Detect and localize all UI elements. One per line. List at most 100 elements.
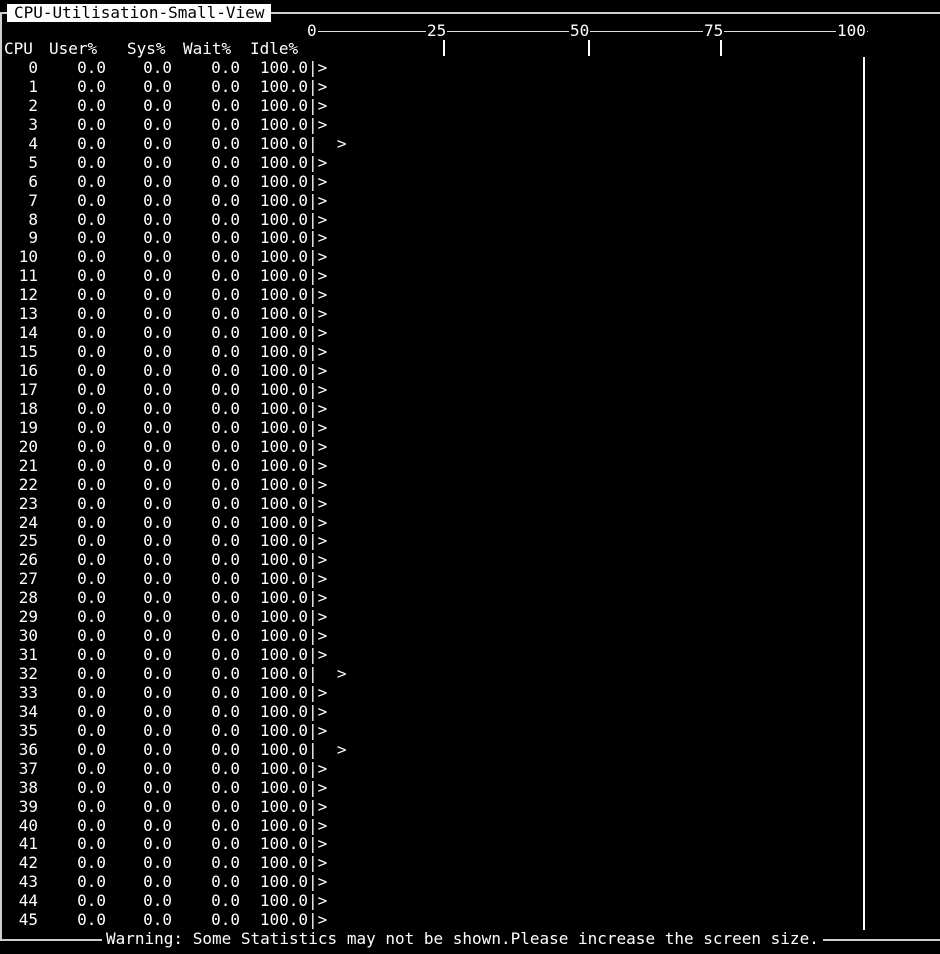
wait-percent: 0.0 <box>211 209 240 229</box>
sys-percent: 0.0 <box>143 304 172 324</box>
wait-percent: 0.0 <box>211 512 240 532</box>
sys-percent: 0.0 <box>143 379 172 399</box>
cpu-number: 42 <box>18 853 38 873</box>
cpu-number: 32 <box>18 664 38 683</box>
usage-bar: |> <box>308 266 328 286</box>
idle-percent: 100.0 <box>259 834 308 854</box>
wait-percent: 0.0 <box>211 910 240 930</box>
idle-percent: 100.0 <box>259 588 308 608</box>
idle-percent: 100.0 <box>259 323 308 343</box>
idle-percent: 100.0 <box>259 342 308 362</box>
wait-percent: 0.0 <box>211 342 240 362</box>
table-row: 7 0.0 0.0 0.0 100.0 |> <box>0 190 940 211</box>
sys-percent: 0.0 <box>143 95 172 115</box>
usage-bar: |> <box>308 209 328 229</box>
user-percent: 0.0 <box>77 550 106 570</box>
cpu-number: 41 <box>18 834 38 854</box>
user-percent: 0.0 <box>77 76 106 96</box>
wait-percent: 0.0 <box>211 701 240 721</box>
cpu-number: 3 <box>28 114 38 134</box>
usage-bar: |> <box>308 436 328 456</box>
table-row: 26 0.0 0.0 0.0 100.0 |> <box>0 551 940 570</box>
sys-percent: 0.0 <box>143 417 172 437</box>
idle-percent: 100.0 <box>259 701 308 721</box>
table-row: 2 0.0 0.0 0.0 100.0 |> <box>0 95 940 116</box>
table-row: 30 0.0 0.0 0.0 100.0 |> <box>0 627 940 646</box>
scale-mark-75 <box>720 40 722 56</box>
wait-percent: 0.0 <box>211 95 240 115</box>
user-percent: 0.0 <box>77 815 106 835</box>
user-percent: 0.0 <box>77 58 106 77</box>
wait-percent: 0.0 <box>211 436 240 456</box>
sys-percent: 0.0 <box>143 190 172 210</box>
table-row: 31 0.0 0.0 0.0 100.0 |> <box>0 646 940 665</box>
user-percent: 0.0 <box>77 796 106 816</box>
usage-bar: |> <box>308 777 328 797</box>
usage-bar: |> <box>308 58 328 77</box>
table-row: 27 0.0 0.0 0.0 100.0 |> <box>0 570 940 589</box>
wait-percent: 0.0 <box>211 455 240 475</box>
scale-tick-50: 50 <box>569 21 591 40</box>
table-row: 41 0.0 0.0 0.0 100.0 |> <box>0 835 940 854</box>
cpu-number: 11 <box>18 266 38 286</box>
sys-percent: 0.0 <box>143 607 172 627</box>
wait-percent: 0.0 <box>211 114 240 134</box>
wait-percent: 0.0 <box>211 152 240 172</box>
sys-percent: 0.0 <box>143 342 172 362</box>
user-percent: 0.0 <box>77 114 106 134</box>
table-row: 23 0.0 0.0 0.0 100.0 |> <box>0 494 940 514</box>
user-percent: 0.0 <box>77 777 106 797</box>
cpu-number: 22 <box>18 474 38 494</box>
usage-bar: |> <box>308 891 328 911</box>
usage-bar: |> <box>308 247 328 267</box>
usage-bar: |> <box>308 152 328 172</box>
cpu-number: 7 <box>28 190 38 210</box>
sys-percent: 0.0 <box>143 550 172 570</box>
cpu-number: 39 <box>18 796 38 816</box>
user-percent: 0.0 <box>77 133 106 153</box>
user-percent: 0.0 <box>77 645 106 665</box>
cpu-number: 21 <box>18 455 38 475</box>
cpu-number: 1 <box>28 76 38 96</box>
user-percent: 0.0 <box>77 891 106 911</box>
cpu-table: 0 0.0 0.0 0.0 100.0 |> 1 0.0 0.0 0.0 100.0 |> 2 0.0 0.… <box>0 59 940 930</box>
wait-percent: 0.0 <box>211 607 240 627</box>
idle-percent: 100.0 <box>259 815 308 835</box>
cpu-number: 44 <box>18 891 38 911</box>
table-row: 36 0.0 0.0 0.0 100.0 | > <box>0 740 940 760</box>
table-row: 18 0.0 0.0 0.0 100.0 |> <box>0 399 940 419</box>
sys-percent: 0.0 <box>143 664 172 683</box>
cpu-number: 9 <box>28 228 38 248</box>
cpu-number: 38 <box>18 777 38 797</box>
wait-percent: 0.0 <box>211 474 240 494</box>
idle-percent: 100.0 <box>259 152 308 172</box>
sys-percent: 0.0 <box>143 531 172 551</box>
window-title: CPU-Utilisation-Small-View <box>7 4 272 22</box>
wait-percent: 0.0 <box>211 190 240 210</box>
idle-percent: 100.0 <box>259 171 308 191</box>
cpu-number: 0 <box>28 58 38 77</box>
sys-percent: 0.0 <box>143 569 172 589</box>
idle-percent: 100.0 <box>259 664 308 683</box>
cpu-number: 10 <box>18 247 38 267</box>
usage-bar: | > <box>308 133 347 153</box>
cpu-number: 20 <box>18 436 38 456</box>
wait-percent: 0.0 <box>211 323 240 343</box>
user-percent: 0.0 <box>77 455 106 475</box>
idle-percent: 100.0 <box>259 190 308 210</box>
idle-percent: 100.0 <box>259 304 308 324</box>
wait-percent: 0.0 <box>211 361 240 380</box>
cpu-number: 13 <box>18 304 38 324</box>
wait-percent: 0.0 <box>211 626 240 646</box>
sys-percent: 0.0 <box>143 209 172 229</box>
idle-percent: 100.0 <box>259 455 308 475</box>
wait-percent: 0.0 <box>211 872 240 892</box>
cpu-number: 31 <box>18 645 38 665</box>
user-percent: 0.0 <box>77 228 106 248</box>
user-percent: 0.0 <box>77 910 106 930</box>
cpu-number: 30 <box>18 626 38 646</box>
table-row: 13 0.0 0.0 0.0 100.0 |> <box>0 305 940 324</box>
user-percent: 0.0 <box>77 720 106 740</box>
idle-percent: 100.0 <box>259 853 308 873</box>
header-wait: Wait% <box>183 39 232 58</box>
